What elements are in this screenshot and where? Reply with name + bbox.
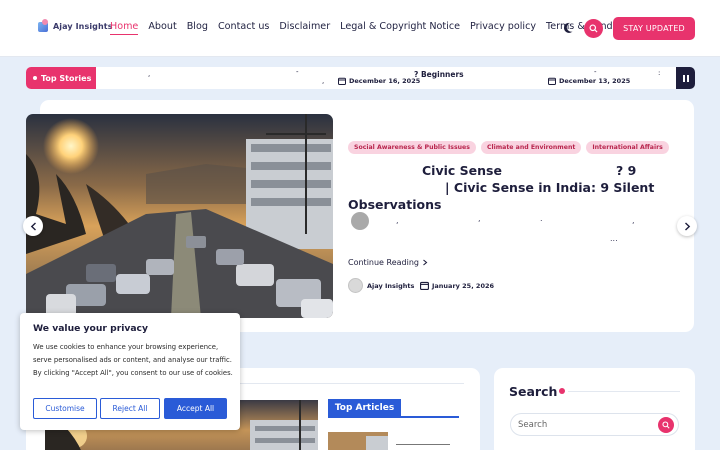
post-title-line2[interactable]: | Civic Sense in India: 9 Silent: [445, 180, 654, 195]
nav-blog[interactable]: Blog: [187, 21, 208, 35]
sunset-traffic-image: [26, 114, 333, 318]
search-widget-title: Search: [509, 384, 558, 399]
nav-home[interactable]: Home: [110, 21, 139, 35]
calendar-icon: [548, 77, 556, 85]
ticker-punct: -: [296, 68, 299, 76]
search-icon: [589, 24, 598, 33]
tag-social-awareness[interactable]: Social Awareness & Public Issues: [348, 141, 476, 154]
dark-mode-icon[interactable]: [564, 22, 576, 34]
cookie-customise-button[interactable]: Customise: [33, 398, 97, 419]
site-logo[interactable]: Ajay Insights: [38, 19, 113, 33]
sidebar-search-widget: [494, 368, 695, 450]
excerpt-image-placeholder: [351, 212, 369, 230]
ticker-punct: ,: [322, 77, 325, 85]
excerpt-text: ,: [478, 214, 481, 223]
ticker-label-text: Top Stories: [41, 73, 92, 83]
nav-privacy[interactable]: Privacy policy: [470, 21, 536, 35]
excerpt-text: ,: [632, 216, 635, 225]
logo-icon: [38, 19, 50, 33]
ticker-punct: -: [594, 68, 597, 76]
logo-text: Ajay Insights: [53, 21, 113, 31]
ticker-punct: ,: [148, 70, 151, 78]
cookie-title: We value your privacy: [33, 323, 148, 334]
slider-prev-button[interactable]: [23, 216, 43, 236]
continue-reading-link[interactable]: Continue Reading: [348, 258, 428, 267]
cookie-description: We use cookies to enhance your browsing …: [33, 343, 233, 377]
section-divider: [236, 383, 464, 384]
post-title-line1[interactable]: Civic Sense: [422, 163, 502, 178]
post-title-line3[interactable]: Observations: [348, 197, 441, 212]
top-articles-heading: Top Articles: [328, 399, 401, 417]
cookie-consent-banner: We value your privacy We use cookies to …: [20, 313, 240, 430]
post-author[interactable]: Ajay Insights: [348, 278, 414, 293]
ticker-label: Top Stories: [26, 67, 96, 89]
pause-icon: [682, 74, 685, 82]
cookie-reject-button[interactable]: Reject All: [100, 398, 160, 419]
site-header: Ajay Insights Home About Blog Contact us…: [0, 0, 720, 57]
top-stories-ticker: Top Stories , - , December 16, 2025 ? Be…: [26, 67, 695, 89]
chevron-left-icon: [30, 221, 36, 231]
excerpt-ellipsis: ...: [610, 234, 618, 243]
chevron-right-icon: [423, 259, 428, 266]
author-avatar: [348, 278, 363, 293]
slider-next-button[interactable]: [677, 216, 697, 236]
cookie-accept-button[interactable]: Accept All: [164, 398, 227, 419]
tag-climate[interactable]: Climate and Environment: [480, 141, 582, 154]
ticker-punct: :: [658, 69, 661, 77]
top-articles-underline: [328, 416, 459, 418]
ticker-pause-button[interactable]: [676, 67, 695, 89]
sidebar-search-input[interactable]: [510, 413, 679, 436]
calendar-icon: [338, 77, 346, 85]
top-article-title[interactable]: [396, 444, 450, 445]
chevron-right-icon: [684, 221, 690, 231]
nav-contact[interactable]: Contact us: [218, 21, 269, 35]
sidebar-search-button[interactable]: [658, 417, 674, 433]
post-tags: Social Awareness & Public Issues Climate…: [348, 141, 669, 154]
nav-disclaimer[interactable]: Disclaimer: [279, 21, 330, 35]
ticker-date: December 16, 2025: [338, 77, 420, 85]
title-divider: [568, 391, 680, 392]
ticker-story-link[interactable]: ? Beginners: [414, 70, 464, 79]
featured-post-image[interactable]: [26, 114, 333, 318]
tag-international[interactable]: International Affairs: [586, 141, 669, 154]
nav-legal[interactable]: Legal & Copyright Notice: [340, 21, 460, 35]
calendar-icon: [420, 281, 429, 290]
top-article-thumbnail[interactable]: [328, 432, 388, 450]
ticker-date: December 13, 2025: [548, 77, 630, 85]
header-search-button[interactable]: [584, 19, 603, 38]
stay-updated-button[interactable]: STAY UPDATED: [613, 17, 695, 40]
post-date: January 25, 2026: [420, 281, 494, 290]
post-title-line1-suffix[interactable]: ? 9: [616, 163, 636, 178]
title-dot-icon: [559, 388, 565, 394]
excerpt-text: .: [540, 214, 543, 223]
main-nav: Home About Blog Contact us Disclaimer Le…: [110, 21, 639, 35]
excerpt-text: ,: [396, 216, 399, 225]
ticker-dot-icon: [33, 76, 37, 80]
nav-about[interactable]: About: [148, 21, 176, 35]
search-icon: [662, 421, 670, 429]
